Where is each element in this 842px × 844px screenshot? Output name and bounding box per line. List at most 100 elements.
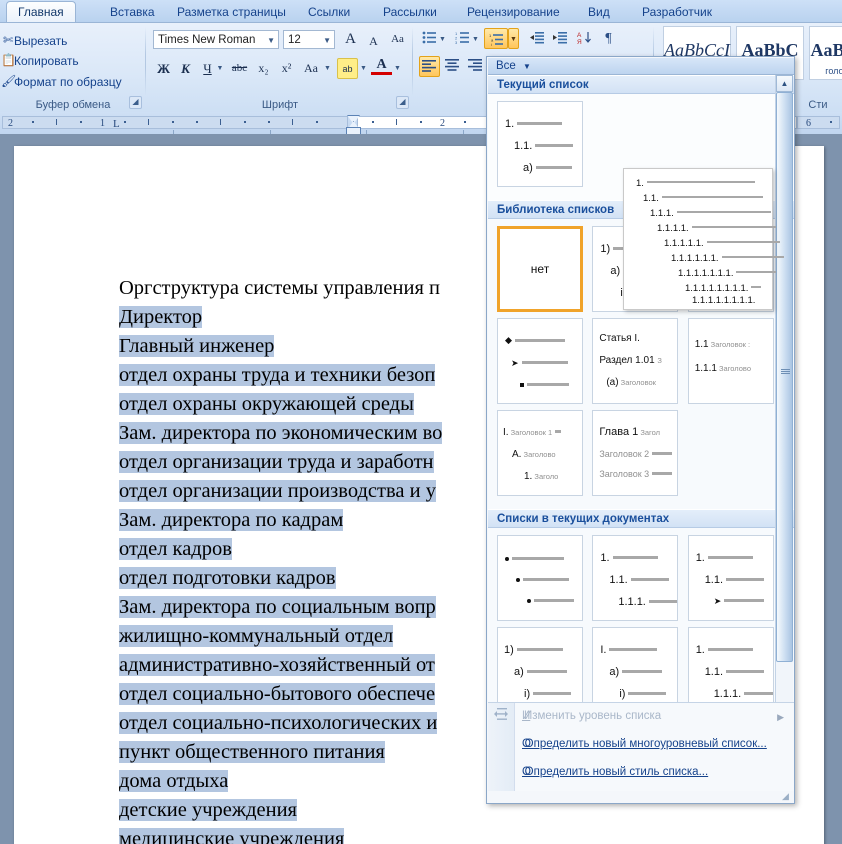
line-text: жилищно-коммунальный отдел [119,625,394,647]
clear-formatting-button[interactable]: Aa [387,29,408,50]
style-gallery-item-3[interactable]: AaBbCc голово... [809,26,842,80]
tab-developer[interactable]: Разработчик [631,2,723,22]
tab-review[interactable]: Рецензирование [456,2,571,22]
preview-level: 1.1.1.1.1.1.1.1. [685,283,749,294]
list-preview-decimal[interactable]: 1. 1.1. 1.1.1. [592,535,679,621]
tab-stop-marker[interactable]: L [113,119,120,130]
sort-button[interactable]: AЯ [574,29,595,50]
strikethrough-button[interactable]: abc [229,58,250,79]
list-preview-none[interactable]: нет [497,226,583,312]
chevron-down-icon[interactable]: ▼ [470,29,481,50]
copy-button[interactable]: 📋 Копировать [1,51,79,71]
copy-icon: 📋 [1,53,16,67]
define-new-list-style-command[interactable]: ООпределить новый стиль списка... [522,759,708,785]
align-right-button[interactable] [465,56,486,77]
dropdown-scrollbar[interactable]: ▲ ▼ [775,75,793,759]
ruler-tick: 2 [8,118,13,129]
list-preview-decimal-arrow[interactable]: 1. 1.1. ➤ [687,535,774,621]
tab-page-layout[interactable]: Разметка страницы [166,2,297,22]
subscript-button[interactable]: x₂ [253,58,274,79]
change-case-button[interactable]: Aa [298,58,324,79]
line-text: Главный инженер [119,335,275,357]
font-size-combo[interactable]: 12 ▼ [283,30,335,49]
chevron-down-icon[interactable]: ▼ [508,28,519,49]
document-line[interactable]: медицинские учреждения [119,825,759,844]
list-preview-decimal2[interactable]: 1. 1.1. 1.1.1. [687,627,774,713]
level-marker: а) [514,666,524,678]
line-text: отдел социально-бытового обеспече [119,683,436,705]
superscript-button[interactable]: x² [276,58,297,79]
tab-home[interactable]: Главная [6,1,76,23]
svg-text:3: 3 [455,40,458,44]
cut-label: Вырезать [14,34,68,48]
chevron-down-icon[interactable]: ▼ [437,29,448,50]
svg-text:i: i [491,42,492,46]
tab-references[interactable]: Ссылки [297,2,361,22]
font-family-combo[interactable]: Times New Roman ▼ [153,30,279,49]
format-painter-button[interactable]: 🖌 Формат по образцу [1,72,122,92]
show-marks-button[interactable]: ¶ [598,28,619,49]
ruler-tick: 6 [806,118,811,129]
shrink-font-button[interactable]: A [363,31,384,52]
svg-text:A: A [577,32,582,39]
line-text: детские учреждения [119,799,297,821]
list-preview-symbols[interactable]: ➤ [497,318,583,404]
font-color-button[interactable]: A [371,56,392,75]
preview-level: 1.1.1.1.1.1.1. [678,268,734,279]
style-sub-3: голово... [825,66,842,76]
bold-button[interactable]: Ж [153,58,174,79]
level-marker: 1.1 [694,339,709,350]
tab-view[interactable]: Вид [577,2,621,22]
define-style-label: Определить новый стиль списка... [524,766,709,778]
scissors-icon: ✄ [2,33,14,47]
scrollbar-thumb[interactable] [776,92,793,662]
cut-button[interactable]: ✄ Вырезать [3,31,68,51]
line-text: отдел подготовки кадров [119,567,336,589]
list-preview-chapter[interactable]: Глава 1 Загол Заголовок 2 Заголовок 3 [592,410,679,496]
dropdown-filter[interactable]: Все ▼ [488,58,794,75]
preview-level: 1.1.1.1.1.1. [671,253,719,264]
decrease-indent-button[interactable] [527,29,548,50]
font-dialog-launcher[interactable]: ◢ [396,96,409,109]
level-marker: 1. [695,644,705,656]
svg-text:Я: Я [577,39,582,44]
line-text: пункт общественного питания [119,741,385,763]
align-left-button[interactable] [419,56,440,77]
list-preview-current[interactable]: 1. 1.1. а) [497,101,583,187]
chevron-down-icon[interactable]: ▼ [215,58,225,79]
line-text: отдел организации производства и у [119,480,436,502]
list-preview-heading-dotted[interactable]: 1.1 Заголовок : 1.1.1 Заголово [687,318,774,404]
list-preview-roman-paren[interactable]: I. а) i) [592,627,679,713]
line-text: дома отдыха [119,770,229,792]
line-text: Зам. директора по экономическим во [119,422,443,444]
line-text: отдел организации труда и заработн [119,451,434,473]
list-preview-article-section[interactable]: Статья I. Раздел 1.01 З (а) Заголовок [592,318,679,404]
level-marker: (а) [606,377,619,388]
tab-insert[interactable]: Вставка [99,2,166,22]
list-preview-bullets[interactable] [497,535,583,621]
line-text: отдел охраны труда и техники безоп [119,364,436,386]
text-highlight-button[interactable]: ab [337,58,358,79]
resize-grip-icon[interactable]: ◢ [782,792,791,801]
scroll-up-arrow[interactable]: ▲ [776,75,793,92]
list-preview-roman-alpha[interactable]: I. Заголовок 1 А. Заголово 1. Заголо [497,410,583,496]
italic-button[interactable]: К [175,58,196,79]
tab-mailings[interactable]: Рассылки [372,2,448,22]
chevron-down-icon[interactable]: ▼ [393,58,402,79]
align-center-button[interactable] [442,56,463,77]
level-marker: Статья I. [599,333,640,344]
change-list-level-command[interactable]: ИИзменить уровень списка [522,703,661,729]
ribbon-tab-bar: Главная Вставка Разметка страницы Ссылки… [0,0,842,23]
define-new-multilevel-list-command[interactable]: ООпределить новый многоуровневый список.… [522,731,767,757]
level-marker: 1.1.1 [694,363,717,374]
multilevel-list-button[interactable]: 1ai [484,28,508,49]
preview-level: 1.1.1.1. [657,223,689,234]
clipboard-dialog-launcher[interactable]: ◢ [129,96,142,109]
list-preview-paren[interactable]: 1) а) i) [497,627,583,713]
ruler-tick: 2 [440,118,445,129]
grow-font-button[interactable]: A [340,29,361,50]
chevron-down-icon[interactable]: ▼ [323,58,332,79]
chevron-down-icon[interactable]: ▼ [359,58,368,79]
chevron-down-icon: ▼ [523,62,531,71]
increase-indent-button[interactable] [550,29,571,50]
